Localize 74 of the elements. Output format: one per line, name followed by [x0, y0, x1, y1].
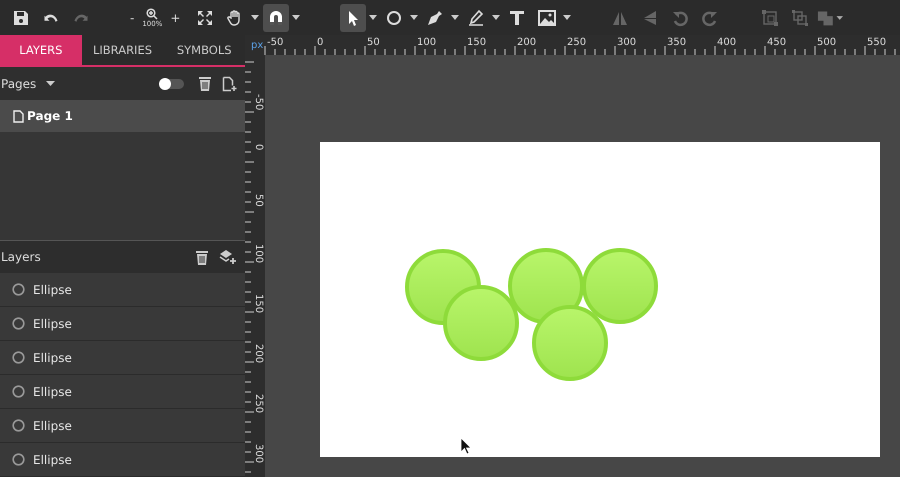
ruler-label: 400 [717, 37, 736, 48]
pen-icon [426, 8, 444, 26]
circle-icon [385, 8, 404, 26]
add-layer-icon[interactable] [219, 249, 237, 265]
ellipse-icon [12, 453, 25, 466]
ruler-label: 150 [253, 294, 264, 314]
ruler-label: 300 [617, 37, 636, 48]
ruler-label: 0 [253, 144, 264, 150]
stacked-squares-icon [817, 8, 844, 26]
ruler-label: 550 [867, 37, 886, 48]
page-item[interactable]: Page 1 [0, 100, 245, 132]
ruler-label: -50 [267, 37, 284, 48]
ruler-unit: px [251, 40, 264, 51]
page-label: Page 1 [27, 109, 73, 123]
caret-icon[interactable] [410, 15, 418, 20]
caret-icon[interactable] [369, 15, 378, 20]
layer-label: Ellipse [33, 282, 72, 296]
ruler-label: 450 [767, 37, 786, 48]
layers-title: Layers [1, 250, 41, 264]
ellipse-icon [12, 317, 25, 330]
magnet-tool-button[interactable] [263, 4, 290, 32]
ruler-label: 250 [253, 394, 264, 414]
caret-icon[interactable] [292, 15, 300, 20]
ruler-label: 200 [253, 344, 264, 364]
ellipse-icon [12, 283, 25, 296]
group-icon [761, 8, 780, 26]
ruler-label: 150 [467, 37, 486, 48]
undo-icon [44, 13, 58, 22]
redo-icon [74, 13, 88, 22]
layer-label: Ellipse [33, 384, 72, 398]
toggle-switch[interactable] [160, 78, 184, 88]
ruler-label: 300 [253, 444, 264, 464]
layer-label: Ellipse [33, 452, 72, 466]
image-icon [537, 8, 558, 26]
caret-icon[interactable] [492, 15, 500, 20]
pencil-icon [467, 8, 486, 26]
layer-label: Ellipse [33, 418, 72, 432]
caret-icon[interactable] [46, 81, 56, 86]
ruler-label: -50 [253, 94, 264, 110]
layer-label: Ellipse [33, 350, 72, 364]
trash-icon[interactable] [195, 250, 209, 264]
ruler-label: 100 [253, 244, 264, 264]
caret-icon[interactable] [251, 15, 260, 20]
fit-screen-icon [196, 8, 214, 26]
ellipse-icon [12, 385, 25, 398]
caret-icon[interactable] [563, 15, 572, 20]
mouse-pointer-icon [460, 437, 472, 455]
add-page-icon[interactable] [222, 76, 237, 92]
ruler-label: 200 [517, 37, 536, 48]
page-icon [13, 110, 24, 122]
layer-label: Ellipse [33, 316, 72, 330]
ruler-label: 500 [817, 37, 836, 48]
ellipse-icon [12, 419, 25, 432]
ruler-label: 350 [667, 37, 686, 48]
rotate-left-icon [671, 8, 690, 26]
ruler-label: 250 [567, 37, 586, 48]
caret-icon[interactable] [451, 15, 460, 20]
panel-tab[interactable]: LAYERS [0, 35, 82, 65]
trash-icon[interactable] [198, 76, 212, 91]
select-tool-button[interactable] [340, 4, 366, 32]
ruler-label: 100 [417, 37, 436, 48]
ellipse-icon [12, 351, 25, 364]
zoom-in-icon[interactable] [146, 8, 158, 20]
panel-tab[interactable]: SYMBOLS [163, 35, 246, 65]
panel-tab[interactable]: LIBRARIES [82, 35, 164, 65]
rotate-right-icon [701, 8, 720, 26]
pages-title: Pages [1, 76, 36, 90]
ruler-label: 50 [367, 37, 380, 48]
zoom-in-button[interactable]: + [170, 10, 180, 24]
text-icon [508, 8, 526, 26]
zoom-out-button[interactable]: - [130, 10, 134, 24]
ruler-label: 50 [253, 194, 264, 207]
ungroup-icon [791, 8, 810, 26]
ruler-label: 0 [317, 37, 324, 48]
